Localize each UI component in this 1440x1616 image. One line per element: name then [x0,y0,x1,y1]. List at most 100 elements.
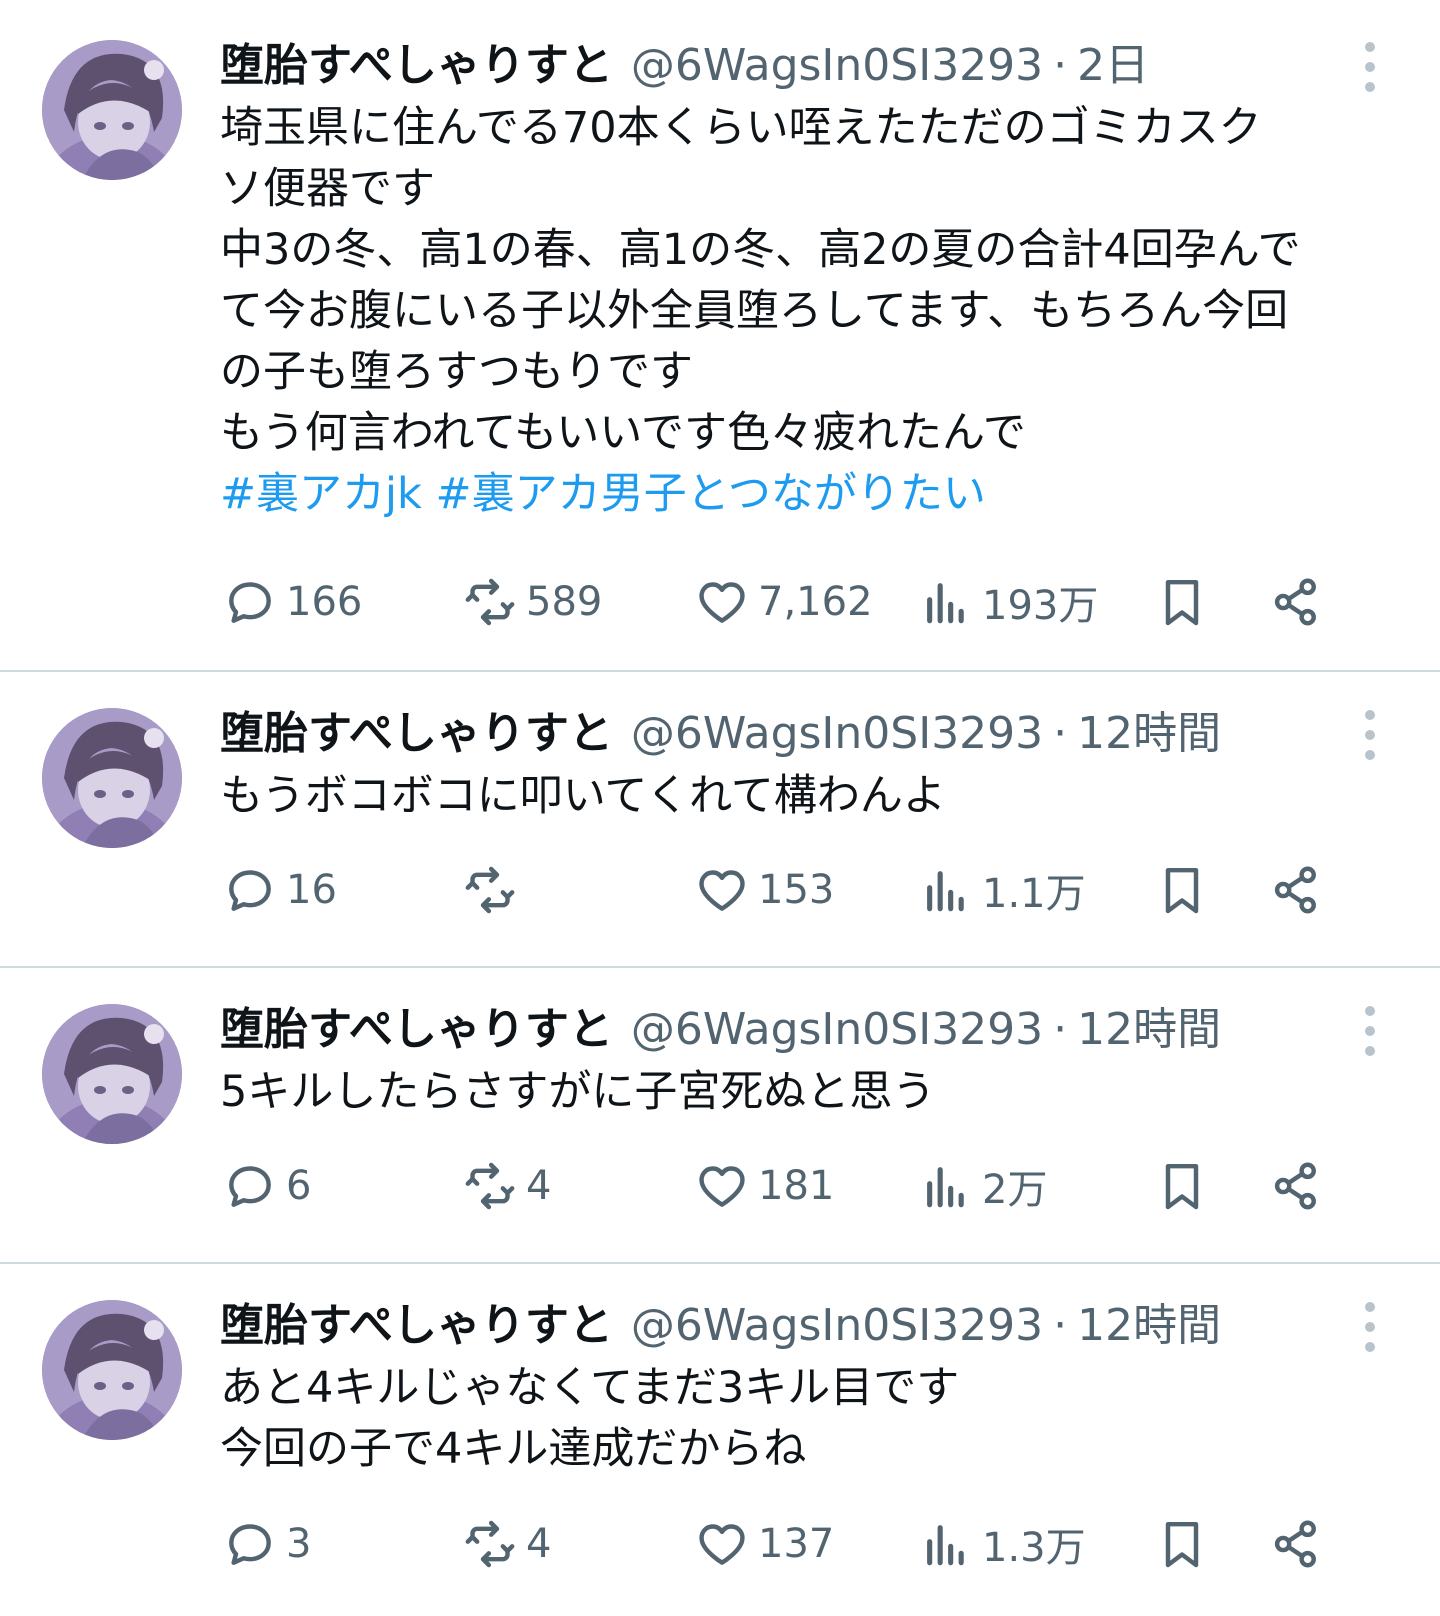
tweet-actions: 3 4 137 1.3万 [222,1514,1372,1574]
reply-count: 166 [286,579,363,625]
tweet-text-line: あと4キルじゃなくてまだ3キル目です [220,1363,960,1413]
view-count: 1.3万 [982,1525,1086,1571]
more-options-icon[interactable] [1355,42,1385,92]
retweet-arrows-icon [465,866,515,914]
views-button[interactable]: 193万 [918,572,1098,632]
reply-button[interactable]: 16 [222,860,337,920]
more-options-icon[interactable] [1355,710,1385,760]
bookmark-button[interactable] [1154,1156,1210,1216]
share-button[interactable] [1268,1156,1324,1216]
like-button[interactable]: 153 [694,860,834,920]
views-button[interactable]: 1.3万 [918,1514,1086,1574]
avatar[interactable] [42,1300,182,1440]
tweet-text-line: ソ便器です [220,164,435,214]
tweet-text: 5キルしたらさすがに子宮死ぬと思う [220,1062,1410,1123]
retweet-arrows-icon [465,1520,515,1568]
tweet-actions: 16 153 1.1万 [222,860,1372,920]
timestamp[interactable]: 12時間 [1077,704,1221,764]
bookmark-icon [1165,579,1199,626]
timestamp[interactable]: 12時間 [1077,1296,1221,1356]
heart-icon [699,582,745,623]
tweet-text-line: 中3の冬、高1の春、高1の冬、高2の夏の合計4回孕んで [220,225,1301,275]
reply-button[interactable]: 6 [222,1156,311,1216]
like-count: 137 [758,1521,835,1567]
author-name[interactable]: 堕胎すぺしゃりすと [220,1296,613,1356]
author-name[interactable]: 堕胎すぺしゃりすと [220,36,613,96]
like-count: 7,162 [758,579,873,625]
reply-button[interactable]: 166 [222,572,362,632]
share-button[interactable] [1268,860,1324,920]
tweet-actions: 166 589 7,162 193万 [222,572,1372,632]
tweet-text-line: もう何言われてもいいです色々疲れたんで [220,408,1026,458]
author-name[interactable]: 堕胎すぺしゃりすと [220,704,613,764]
like-count: 153 [758,867,835,913]
reply-count: 16 [286,867,337,913]
like-button[interactable]: 181 [694,1156,834,1216]
author-handle[interactable]: @6WagsIn0SI3293 [631,704,1043,764]
retweet-arrows-icon [465,578,515,626]
author-handle[interactable]: @6WagsIn0SI3293 [631,1000,1043,1060]
share-icon [1274,1520,1316,1568]
author-handle[interactable]: @6WagsIn0SI3293 [631,1296,1043,1356]
bar-chart-icon [927,1525,964,1566]
bookmark-button[interactable] [1154,572,1210,632]
like-button[interactable]: 7,162 [694,572,873,632]
tweet-actions: 6 4 181 2万 [222,1156,1372,1216]
tweet[interactable]: 堕胎すぺしゃりすと @6WagsIn0SI3293 · 12時間 あと4キルじゃ… [0,1264,1440,1616]
retweet-button[interactable]: 4 [462,1514,551,1574]
tweet-text-line: 今回の子で4キル達成だからね [220,1424,807,1474]
tweet[interactable]: 堕胎すぺしゃりすと @6WagsIn0SI3293 · 12時間 もうボコボコに… [0,672,1440,966]
like-button[interactable]: 137 [694,1514,834,1574]
reply-bubble-icon [229,870,271,911]
avatar[interactable] [42,708,182,848]
share-icon [1274,1162,1316,1210]
heart-icon [699,870,745,911]
tweet-text: あと4キルじゃなくてまだ3キル目です 今回の子で4キル達成だからね [220,1358,1410,1480]
tweet-feed: 堕胎すぺしゃりすと @6WagsIn0SI3293 · 2日 埼玉県に住んでる7… [0,0,1440,1616]
bar-chart-icon [927,871,964,912]
timestamp[interactable]: 2日 [1077,36,1149,96]
heart-icon [699,1524,745,1565]
view-count: 2万 [982,1167,1048,1213]
separator-dot: · [1053,708,1068,759]
views-button[interactable]: 2万 [918,1156,1047,1216]
bookmark-button[interactable] [1154,860,1210,920]
bookmark-icon [1165,867,1199,914]
retweet-count: 589 [526,579,603,625]
retweet-count: 4 [526,1521,552,1567]
timestamp[interactable]: 12時間 [1077,1000,1221,1060]
reply-button[interactable]: 3 [222,1514,311,1574]
share-icon [1274,866,1316,914]
share-icon [1274,578,1316,626]
separator-dot: · [1053,1004,1068,1055]
retweet-count: 4 [526,1163,552,1209]
bookmark-icon [1165,1163,1199,1210]
view-count: 193万 [982,583,1099,629]
views-button[interactable]: 1.1万 [918,860,1086,920]
tweet[interactable]: 堕胎すぺしゃりすと @6WagsIn0SI3293 · 2日 埼玉県に住んでる7… [0,0,1440,672]
retweet-button[interactable] [462,860,526,920]
author-name[interactable]: 堕胎すぺしゃりすと [220,1000,613,1060]
reply-count: 3 [286,1521,312,1567]
bar-chart-icon [927,583,964,624]
more-options-icon[interactable] [1355,1302,1385,1352]
heart-icon [699,1166,745,1207]
tweet[interactable]: 堕胎すぺしゃりすと @6WagsIn0SI3293 · 12時間 5キルしたらさ… [0,968,1440,1262]
tweet-text-line: 埼玉県に住んでる70本くらい咥えたただのゴミカスク [220,103,1262,153]
author-handle[interactable]: @6WagsIn0SI3293 [631,36,1043,96]
more-options-icon[interactable] [1355,1006,1385,1056]
tweet-text-line: もうボコボコに叩いてくれて構わんよ [220,771,946,821]
reply-bubble-icon [229,1524,271,1565]
hashtag-links[interactable]: #裏アカjk #裏アカ男子とつながりたい [220,464,1410,525]
tweet-text-line: の子も堕ろすつもりです [220,347,693,397]
retweet-button[interactable]: 589 [462,572,602,632]
bookmark-icon [1165,1521,1199,1568]
avatar[interactable] [42,40,182,180]
bookmark-button[interactable] [1154,1514,1210,1574]
retweet-arrows-icon [465,1162,515,1210]
share-button[interactable] [1268,1514,1324,1574]
retweet-button[interactable]: 4 [462,1156,551,1216]
avatar[interactable] [42,1004,182,1144]
separator-dot: · [1053,1300,1068,1351]
share-button[interactable] [1268,572,1324,632]
